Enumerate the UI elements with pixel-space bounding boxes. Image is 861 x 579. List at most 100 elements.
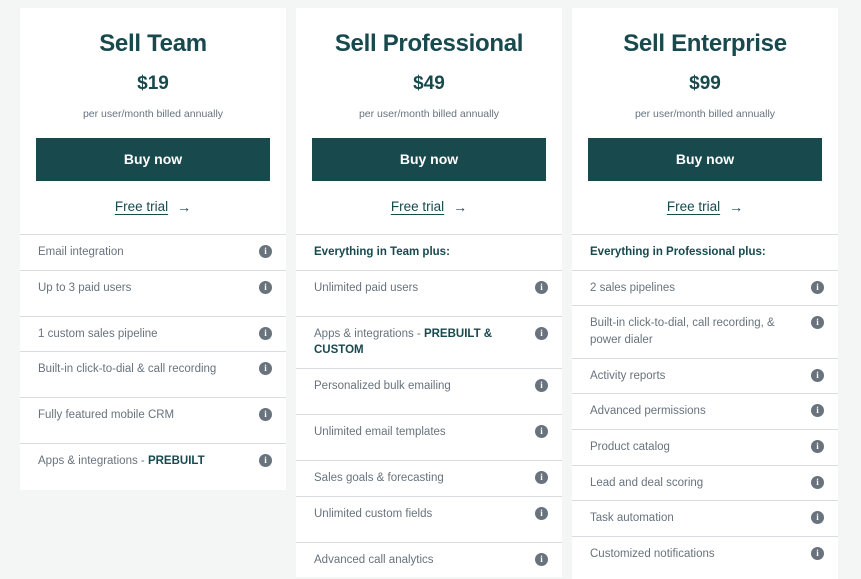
info-icon[interactable]: i bbox=[535, 506, 548, 520]
feature-row: Lead and deal scoring i bbox=[572, 466, 838, 502]
plan-card-header: Sell Team $19 per user/month billed annual… bbox=[20, 8, 286, 235]
plan-price: $99 bbox=[689, 72, 721, 94]
feature-label: Fully featured mobile CRM bbox=[38, 409, 175, 422]
feature-row: Email integration i bbox=[20, 235, 286, 271]
info-icon[interactable]: i bbox=[259, 326, 272, 340]
feature-row: Fully featured mobile CRM i bbox=[20, 398, 286, 445]
info-icon[interactable]: i bbox=[811, 547, 824, 561]
feature-list: Email integration i Up to 3 paid users i 1 c… bbox=[20, 234, 286, 490]
free-trial-link[interactable]: Free trial bbox=[115, 199, 168, 214]
arrow-right-icon: → bbox=[453, 198, 468, 215]
feature-row: Built-in click-to-dial & call recording i bbox=[20, 352, 286, 399]
feature-list: Everything in Professional plus: 2 sales … bbox=[572, 234, 838, 579]
feature-row: Unlimited paid users i bbox=[296, 271, 562, 317]
free-trial-row[interactable]: Free trial → bbox=[36, 199, 270, 214]
feature-row: Product catalog i bbox=[572, 430, 838, 466]
free-trial-row[interactable]: Free trial → bbox=[312, 199, 546, 214]
feature-row: 2 sales pipelines i bbox=[572, 271, 838, 307]
plan-card: Sell Team $19 per user/month billed annual… bbox=[20, 8, 286, 491]
plan-name: Sell Professional bbox=[334, 30, 524, 57]
feature-row: Customized notifications i bbox=[572, 537, 838, 579]
info-icon[interactable]: i bbox=[259, 408, 272, 422]
feature-list-heading: Everything in Professional plus: bbox=[572, 235, 838, 271]
feature-label: Customized notifications bbox=[590, 548, 715, 561]
feature-label: 2 sales pipelines bbox=[590, 281, 676, 294]
feature-label: Built-in click-to-dial, call recording, … bbox=[590, 317, 775, 347]
free-trial-link[interactable]: Free trial bbox=[667, 199, 720, 214]
plan-card: Sell Professional $49 per user/month bille… bbox=[296, 8, 562, 578]
plan-billing-note: per user/month billed annually bbox=[358, 107, 500, 120]
feature-label: 1 custom sales pipeline bbox=[38, 327, 158, 340]
info-icon[interactable]: i bbox=[259, 362, 272, 376]
plan-price: $49 bbox=[413, 72, 445, 94]
info-icon[interactable]: i bbox=[811, 316, 824, 330]
info-icon[interactable]: i bbox=[811, 440, 824, 454]
feature-row: Personalized bulk emailing i bbox=[296, 369, 562, 416]
info-icon[interactable]: i bbox=[535, 471, 548, 485]
feature-label: Advanced permissions bbox=[590, 405, 706, 418]
buy-now-button[interactable]: Buy now bbox=[312, 138, 546, 182]
feature-emphasis: PREBUILT bbox=[147, 455, 205, 468]
info-icon[interactable]: i bbox=[535, 379, 548, 393]
info-icon[interactable]: i bbox=[811, 368, 824, 382]
info-icon[interactable]: i bbox=[811, 475, 824, 489]
info-icon[interactable]: i bbox=[535, 326, 548, 340]
plan-billing-note: per user/month billed annually bbox=[82, 107, 224, 120]
feature-label: Everything in Professional plus: bbox=[590, 246, 766, 259]
info-icon[interactable]: i bbox=[535, 552, 548, 566]
info-icon[interactable]: i bbox=[259, 454, 272, 468]
feature-row: Apps & integrations - PREBUILT i bbox=[20, 444, 286, 490]
info-icon[interactable]: i bbox=[811, 511, 824, 525]
feature-label: Apps & integrations - PREBUILT bbox=[38, 455, 205, 468]
feature-label: Email integration bbox=[38, 246, 124, 259]
feature-row: Advanced call analytics i bbox=[296, 543, 562, 578]
plan-card: Sell Enterprise $99 per user/month billed … bbox=[572, 8, 838, 579]
plan-card-header: Sell Enterprise $99 per user/month billed … bbox=[572, 8, 838, 235]
buy-now-button[interactable]: Buy now bbox=[36, 138, 270, 182]
pricing-plans-grid: Sell Team $19 per user/month billed annual… bbox=[0, 0, 861, 579]
feature-row: Unlimited custom fields i bbox=[296, 497, 562, 543]
feature-row: Built-in click-to-dial, call recording, … bbox=[572, 306, 838, 359]
feature-label: Unlimited email templates bbox=[314, 426, 446, 439]
feature-row: Unlimited email templates i bbox=[296, 415, 562, 462]
feature-row: Up to 3 paid users i bbox=[20, 271, 286, 317]
feature-label: Product catalog bbox=[590, 441, 670, 454]
feature-label: Personalized bulk emailing bbox=[314, 380, 451, 393]
feature-row: Activity reports i bbox=[572, 359, 838, 395]
feature-list-heading: Everything in Team plus: bbox=[296, 235, 562, 271]
feature-row: 1 custom sales pipeline i bbox=[20, 317, 286, 353]
feature-list: Everything in Team plus: Unlimited paid u… bbox=[296, 234, 562, 577]
feature-row: Sales goals & forecasting i bbox=[296, 461, 562, 497]
feature-label: Apps & integrations - PREBUILT & CUSTOM bbox=[314, 327, 493, 357]
free-trial-row[interactable]: Free trial → bbox=[588, 199, 822, 214]
feature-emphasis: PREBUILT & CUSTOM bbox=[314, 327, 493, 357]
plan-name: Sell Team bbox=[99, 30, 207, 57]
feature-label: Up to 3 paid users bbox=[38, 281, 132, 294]
feature-row: Apps & integrations - PREBUILT & CUSTOM i bbox=[296, 317, 562, 370]
arrow-right-icon: → bbox=[177, 198, 192, 215]
feature-row: Advanced permissions i bbox=[572, 394, 838, 431]
plan-price: $19 bbox=[137, 72, 169, 94]
feature-label: Unlimited paid users bbox=[314, 281, 419, 294]
arrow-right-icon: → bbox=[729, 198, 744, 215]
feature-row: Task automation i bbox=[572, 501, 838, 538]
plan-billing-note: per user/month billed annually bbox=[634, 107, 776, 120]
info-icon[interactable]: i bbox=[259, 280, 272, 294]
feature-label: Everything in Team plus: bbox=[314, 246, 450, 259]
plan-name: Sell Enterprise bbox=[623, 30, 787, 57]
info-icon[interactable]: i bbox=[811, 280, 824, 294]
feature-label: Sales goals & forecasting bbox=[314, 472, 444, 485]
free-trial-link[interactable]: Free trial bbox=[391, 199, 444, 214]
buy-now-button[interactable]: Buy now bbox=[588, 138, 822, 182]
plan-card-header: Sell Professional $49 per user/month bille… bbox=[296, 8, 562, 235]
info-icon[interactable]: i bbox=[535, 280, 548, 294]
info-icon[interactable]: i bbox=[811, 404, 824, 418]
feature-label: Unlimited custom fields bbox=[314, 507, 433, 520]
feature-label: Task automation bbox=[590, 512, 674, 525]
feature-label: Activity reports bbox=[590, 369, 666, 382]
feature-label: Advanced call analytics bbox=[314, 553, 434, 566]
feature-label: Built-in click-to-dial & call recording bbox=[38, 363, 217, 376]
info-icon[interactable]: i bbox=[535, 425, 548, 439]
feature-label: Lead and deal scoring bbox=[590, 476, 704, 489]
info-icon[interactable]: i bbox=[259, 245, 272, 259]
